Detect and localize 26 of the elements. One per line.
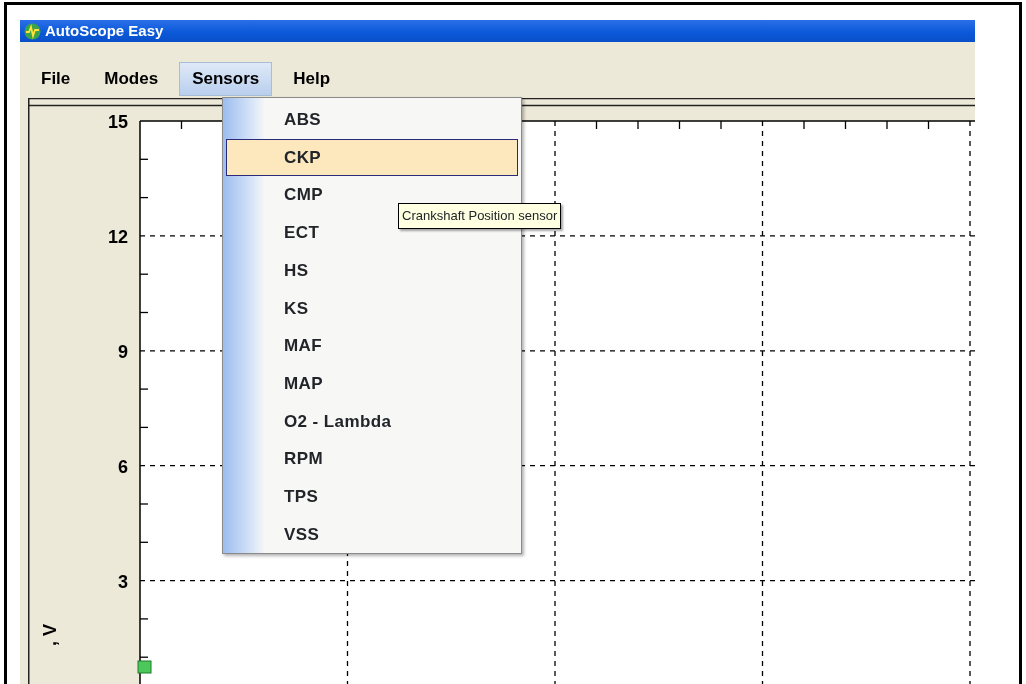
dropdown-item[interactable]: CMP	[279, 176, 328, 215]
dropdown-item[interactable]: HS	[279, 251, 314, 290]
dropdown-item[interactable]: O2 - Lambda	[279, 402, 397, 441]
axis-tick-label: 3	[118, 571, 128, 592]
menu-item[interactable]: Help	[280, 62, 344, 96]
axis-label: , V	[40, 624, 60, 646]
axis-tick-label: 12	[107, 226, 128, 247]
menu-item[interactable]: Modes	[91, 62, 172, 96]
tooltip: Crankshaft Position sensor	[398, 203, 562, 229]
window-title: AutoScope Easy	[45, 20, 164, 41]
dropdown-item[interactable]: TPS	[279, 477, 324, 516]
dropdown-item[interactable]: RPM	[279, 440, 328, 478]
dropdown-item[interactable]: VSS	[279, 515, 325, 554]
dropdown-item[interactable]: CKP	[226, 138, 518, 177]
dropdown-item[interactable]: ABS	[279, 101, 327, 139]
axis-tick-label: 9	[118, 341, 128, 362]
dropdown-item[interactable]: ECT	[279, 214, 325, 252]
dropdown-item[interactable]: MAP	[279, 364, 328, 403]
menu-item[interactable]: Sensors	[179, 62, 273, 96]
dropdown-item[interactable]: KS	[279, 289, 314, 328]
axis-tick-label: 15	[107, 112, 128, 132]
menu-item[interactable]: File	[28, 62, 84, 96]
trace-marker-icon	[137, 660, 152, 674]
dropdown-item[interactable]: MAF	[279, 327, 328, 365]
app-logo-icon	[24, 22, 41, 40]
axis-tick-label: 6	[118, 456, 128, 477]
